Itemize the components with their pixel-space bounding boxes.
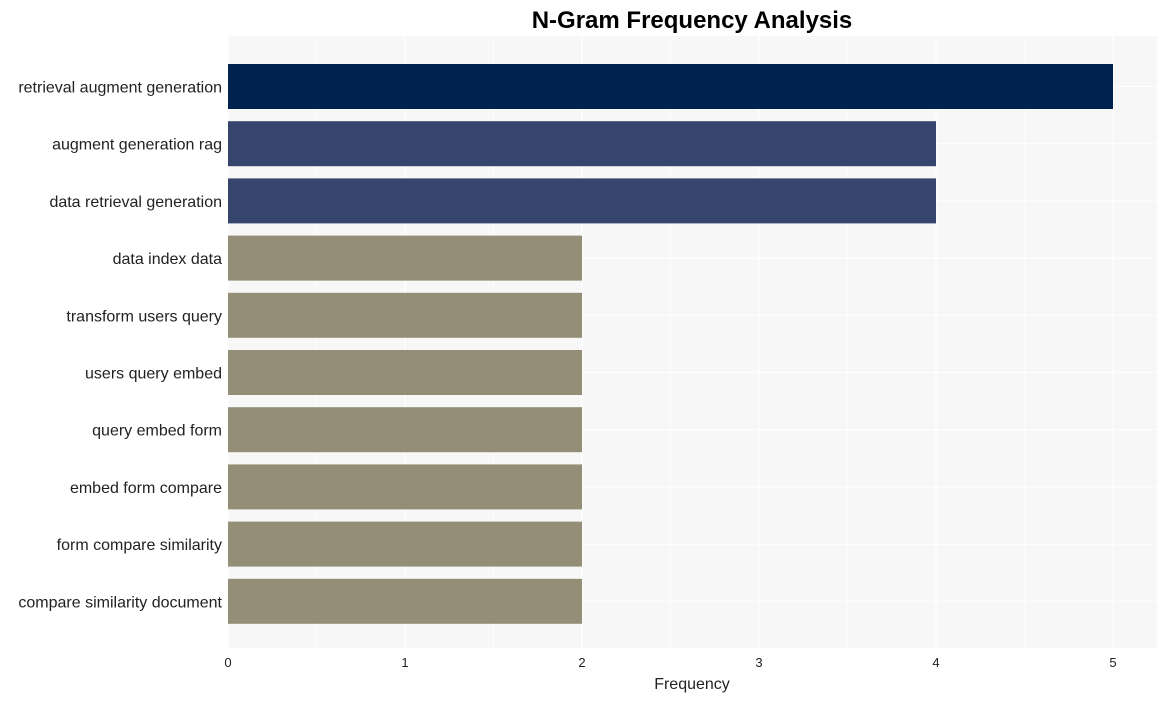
y-tick-label: compare similarity document [18,594,222,611]
x-tick-label: 2 [578,655,585,670]
bar-retrieval-augment-generation [228,64,1113,109]
bar-transform-users-query [228,292,582,338]
bar-data-retrieval-generation [228,178,936,224]
bar-embed-form-compare [228,464,582,510]
x-tick-label: 5 [1109,655,1116,670]
y-tick-label: query embed form [92,423,222,440]
y-axis-labels: retrieval augment generation augment gene… [18,80,222,612]
bar-chart: N-Gram Frequency Analysis retrieval augm… [18,7,1157,693]
y-tick-label: data retrieval generation [49,194,222,211]
bar-compare-similarity-document [228,578,582,624]
x-tick-label: 4 [932,655,939,670]
y-tick-label: retrieval augment generation [18,80,222,97]
bar-data-index-data [228,235,582,281]
bar-query-embed-form [228,407,582,453]
y-tick-label: transform users query [66,308,222,325]
x-tick-label: 3 [755,655,762,670]
bar-form-compare-similarity [228,521,582,567]
y-tick-label: users query embed [85,366,222,383]
x-axis-label: Frequency [654,676,730,693]
y-tick-label: data index data [113,251,223,268]
y-tick-label: embed form compare [70,480,222,497]
x-tick-label: 1 [401,655,408,670]
x-tick-label: 0 [224,655,231,670]
y-tick-label: form compare similarity [57,537,222,554]
bar-users-query-embed [228,350,582,395]
x-axis-ticks: 0 1 2 3 4 5 [224,655,1116,670]
bar-augment-generation-rag [228,121,936,167]
y-tick-label: augment generation rag [52,137,222,154]
chart-title: N-Gram Frequency Analysis [532,7,853,34]
